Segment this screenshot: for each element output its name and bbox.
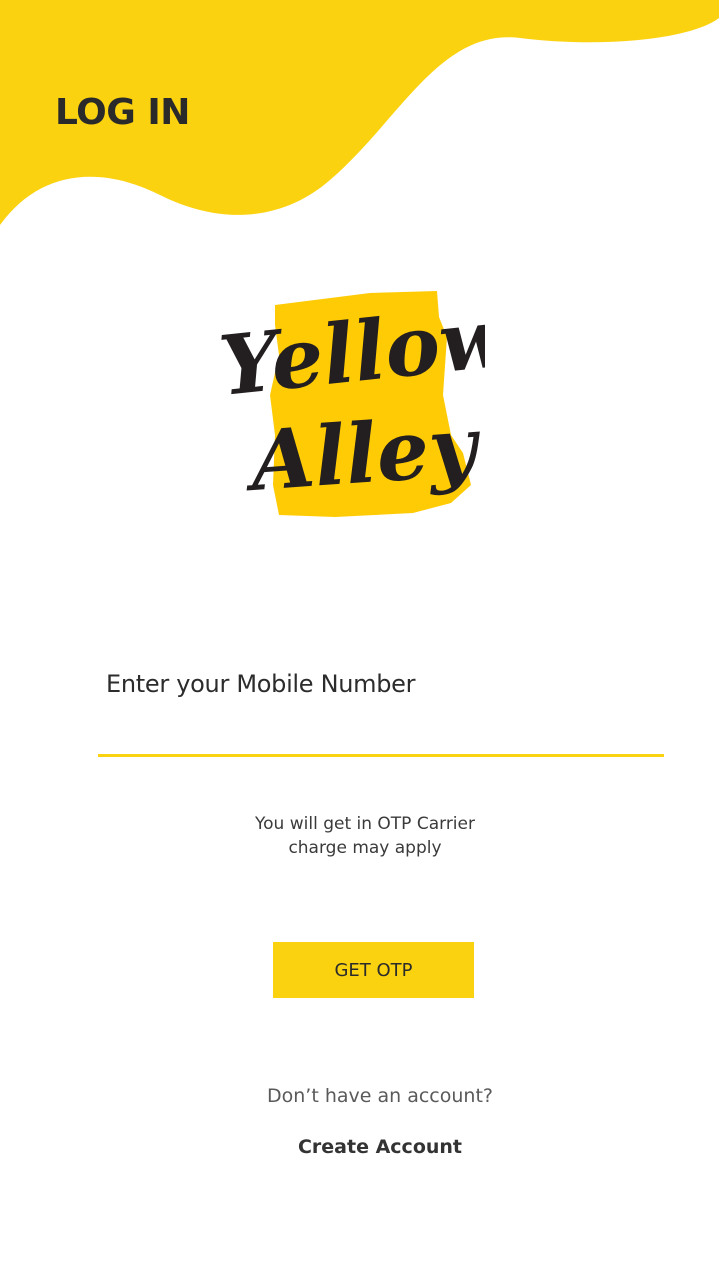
mobile-number-label: Enter your Mobile Number (106, 670, 416, 698)
otp-note-line-1: You will get in OTP Carrier (255, 814, 475, 834)
get-otp-button[interactable]: GET OTP (273, 942, 474, 998)
create-account-link[interactable]: Create Account (250, 1136, 510, 1158)
logo-word-yellow: Yellow (215, 289, 485, 415)
mobile-number-input[interactable] (98, 712, 664, 757)
logo-word-alley: Alley (241, 398, 485, 510)
otp-carrier-note: You will get in OTP Carrier charge may a… (180, 812, 550, 860)
page-title: LOG IN (55, 92, 190, 133)
yellow-alley-logo: Yellow Alley (215, 289, 485, 517)
no-account-prompt: Don’t have an account? (267, 1085, 493, 1107)
otp-note-line-2: charge may apply (288, 838, 442, 858)
